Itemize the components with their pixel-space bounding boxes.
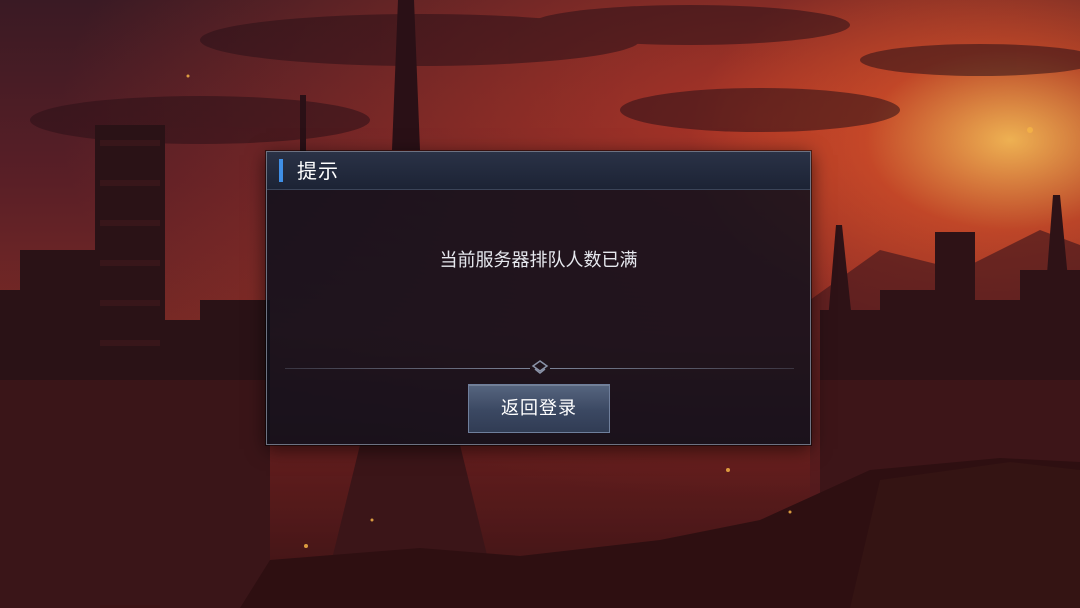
chevron-down-icon xyxy=(531,360,549,374)
divider-line-left xyxy=(285,368,530,369)
game-background: 提示 当前服务器排队人数已满 返回登录 xyxy=(0,0,1080,608)
dialog-header: 提示 xyxy=(267,152,810,190)
notice-dialog: 提示 当前服务器排队人数已满 返回登录 xyxy=(266,151,811,445)
return-to-login-button[interactable]: 返回登录 xyxy=(468,384,610,433)
dialog-title: 提示 xyxy=(297,159,339,183)
divider-line-right xyxy=(550,368,794,369)
queue-full-message: 当前服务器排队人数已满 xyxy=(439,250,638,271)
header-accent-bar xyxy=(279,159,283,182)
